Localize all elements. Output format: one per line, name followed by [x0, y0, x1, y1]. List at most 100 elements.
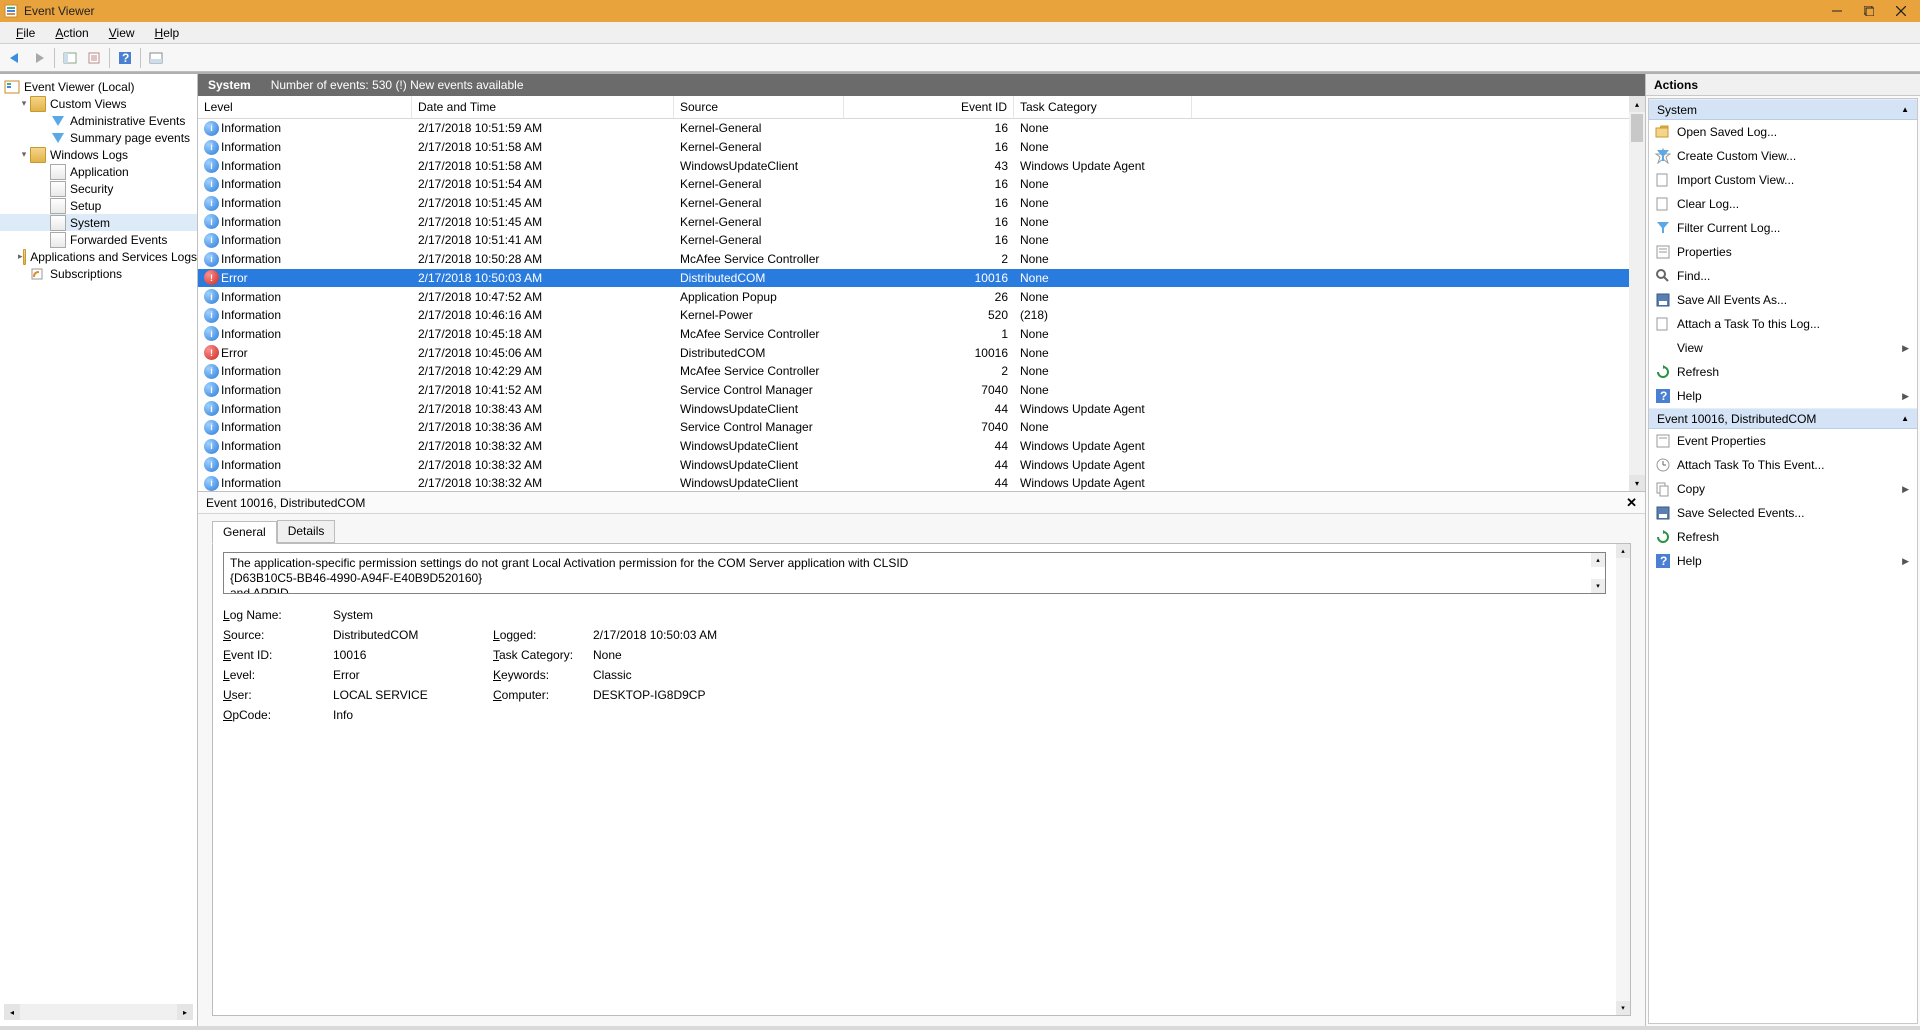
action-find[interactable]: Find...: [1649, 264, 1917, 288]
action-help[interactable]: ?Help▶: [1649, 384, 1917, 408]
detail-message[interactable]: The application-specific permission sett…: [223, 552, 1606, 594]
tree-apps-services[interactable]: ▸ Applications and Services Logs: [0, 248, 197, 265]
tree-summary-events[interactable]: Summary page events: [0, 129, 197, 146]
tree-application[interactable]: Application: [0, 163, 197, 180]
events-pane: System Number of events: 530 (!) New eve…: [198, 74, 1646, 1026]
collapse-icon[interactable]: ▲: [1901, 105, 1909, 114]
event-row[interactable]: iInformation2/17/2018 10:50:28 AMMcAfee …: [198, 250, 1629, 269]
event-row[interactable]: iInformation2/17/2018 10:51:54 AMKernel-…: [198, 175, 1629, 194]
menu-action[interactable]: Action: [45, 26, 98, 40]
actions-group-event[interactable]: Event 10016, DistributedCOM ▲: [1649, 408, 1917, 429]
tree-subscriptions[interactable]: Subscriptions: [0, 265, 197, 282]
tree-forwarded[interactable]: Forwarded Events: [0, 231, 197, 248]
event-row[interactable]: iInformation2/17/2018 10:51:41 AMKernel-…: [198, 231, 1629, 250]
col-level[interactable]: Level: [198, 96, 412, 118]
submenu-icon: ▶: [1902, 484, 1909, 495]
col-date[interactable]: Date and Time: [412, 96, 674, 118]
action-clear-log[interactable]: Clear Log...: [1649, 192, 1917, 216]
maximize-button[interactable]: [1862, 4, 1876, 18]
collapse-icon[interactable]: ▾: [18, 98, 30, 109]
scroll-up-icon[interactable]: ▴: [1616, 544, 1630, 558]
event-row[interactable]: iInformation2/17/2018 10:46:16 AMKernel-…: [198, 306, 1629, 325]
scroll-left-icon[interactable]: ◂: [4, 1004, 20, 1020]
scroll-thumb[interactable]: [1631, 114, 1643, 142]
scroll-right-icon[interactable]: ▸: [177, 1004, 193, 1020]
action-properties[interactable]: Properties: [1649, 240, 1917, 264]
action-event-properties[interactable]: Event Properties: [1649, 429, 1917, 453]
action-refresh[interactable]: Refresh: [1649, 360, 1917, 384]
event-row[interactable]: iInformation2/17/2018 10:38:43 AMWindows…: [198, 399, 1629, 418]
tree-admin-events[interactable]: Administrative Events: [0, 112, 197, 129]
cell-level: Information: [221, 290, 281, 304]
tree-windows-logs[interactable]: ▾ Windows Logs: [0, 146, 197, 163]
action-refresh[interactable]: Refresh: [1649, 525, 1917, 549]
scroll-down-icon[interactable]: ▾: [1591, 579, 1605, 593]
tree-security[interactable]: Security: [0, 180, 197, 197]
cell-date: 2/17/2018 10:45:18 AM: [412, 327, 674, 341]
action-help[interactable]: ?Help▶: [1649, 549, 1917, 573]
help-button[interactable]: ?: [114, 47, 136, 69]
col-source[interactable]: Source: [674, 96, 844, 118]
action-attach-task-to-this-event[interactable]: Attach Task To This Event...: [1649, 453, 1917, 477]
event-row[interactable]: iInformation2/17/2018 10:51:45 AMKernel-…: [198, 194, 1629, 213]
event-row[interactable]: iInformation2/17/2018 10:41:52 AMService…: [198, 381, 1629, 400]
cell-task: None: [1014, 140, 1192, 154]
col-task[interactable]: Task Category: [1014, 96, 1192, 118]
event-row[interactable]: iInformation2/17/2018 10:38:32 AMWindows…: [198, 474, 1629, 491]
action-create-custom-view[interactable]: Create Custom View...: [1649, 144, 1917, 168]
action-open-saved-log[interactable]: Open Saved Log...: [1649, 120, 1917, 144]
tree-customviews[interactable]: ▾ Custom Views: [0, 95, 197, 112]
menu-file[interactable]: File: [6, 26, 45, 40]
event-row[interactable]: iInformation2/17/2018 10:42:29 AMMcAfee …: [198, 362, 1629, 381]
tree-hscrollbar[interactable]: ◂ ▸: [4, 1004, 193, 1020]
action-attach-a-task-to-this-log[interactable]: Attach a Task To this Log...: [1649, 312, 1917, 336]
tab-general[interactable]: General: [212, 521, 277, 544]
action-save-all-events-as[interactable]: Save All Events As...: [1649, 288, 1917, 312]
event-row[interactable]: !Error2/17/2018 10:45:06 AMDistributedCO…: [198, 343, 1629, 362]
collapse-icon[interactable]: ▲: [1901, 414, 1909, 423]
tree-root[interactable]: Event Viewer (Local): [0, 78, 197, 95]
tree-setup[interactable]: Setup: [0, 197, 197, 214]
event-row[interactable]: iInformation2/17/2018 10:51:45 AMKernel-…: [198, 212, 1629, 231]
detail-vscrollbar[interactable]: ▴ ▾: [1616, 544, 1630, 1015]
action-view[interactable]: View▶: [1649, 336, 1917, 360]
cell-eventid: 44: [844, 458, 1014, 472]
detail-close-button[interactable]: ✕: [1626, 495, 1637, 511]
show-hide-tree-button[interactable]: [59, 47, 81, 69]
action-filter-current-log[interactable]: Filter Current Log...: [1649, 216, 1917, 240]
export-list-button[interactable]: [83, 47, 105, 69]
scroll-down-icon[interactable]: ▾: [1616, 1001, 1630, 1015]
minimize-button[interactable]: [1830, 4, 1844, 18]
message-scroll[interactable]: ▴▾: [1591, 553, 1605, 593]
event-row[interactable]: iInformation2/17/2018 10:51:58 AMWindows…: [198, 156, 1629, 175]
scroll-up-icon[interactable]: ▴: [1591, 553, 1605, 567]
navigation-tree[interactable]: Event Viewer (Local) ▾ Custom Views Admi…: [0, 74, 197, 286]
event-row[interactable]: iInformation2/17/2018 10:51:58 AMKernel-…: [198, 138, 1629, 157]
action-copy[interactable]: Copy▶: [1649, 477, 1917, 501]
event-row[interactable]: iInformation2/17/2018 10:38:32 AMWindows…: [198, 437, 1629, 456]
nav-forward-button[interactable]: [28, 47, 50, 69]
actions-group-system[interactable]: System ▲: [1649, 99, 1917, 120]
menu-help[interactable]: Help: [145, 26, 190, 40]
event-row[interactable]: iInformation2/17/2018 10:47:52 AMApplica…: [198, 287, 1629, 306]
tree-system[interactable]: System: [0, 214, 197, 231]
show-hide-preview-button[interactable]: [145, 47, 167, 69]
scroll-down-icon[interactable]: ▾: [1629, 475, 1645, 491]
tab-details[interactable]: Details: [277, 520, 336, 543]
events-vscrollbar[interactable]: ▴ ▾: [1629, 96, 1645, 491]
action-save-selected-events[interactable]: Save Selected Events...: [1649, 501, 1917, 525]
event-row[interactable]: !Error2/17/2018 10:50:03 AMDistributedCO…: [198, 269, 1629, 288]
collapse-icon[interactable]: ▾: [18, 149, 30, 160]
menu-view[interactable]: View: [99, 26, 145, 40]
event-row[interactable]: iInformation2/17/2018 10:38:32 AMWindows…: [198, 455, 1629, 474]
expand-icon[interactable]: ▸: [18, 251, 23, 262]
event-row[interactable]: iInformation2/17/2018 10:38:36 AMService…: [198, 418, 1629, 437]
event-row[interactable]: iInformation2/17/2018 10:45:18 AMMcAfee …: [198, 325, 1629, 344]
event-row[interactable]: iInformation2/17/2018 10:51:59 AMKernel-…: [198, 119, 1629, 138]
close-button[interactable]: [1894, 4, 1908, 18]
events-grid[interactable]: Level Date and Time Source Event ID Task…: [198, 96, 1629, 491]
scroll-up-icon[interactable]: ▴: [1629, 96, 1645, 112]
nav-back-button[interactable]: [4, 47, 26, 69]
action-import-custom-view[interactable]: Import Custom View...: [1649, 168, 1917, 192]
col-eventid[interactable]: Event ID: [844, 96, 1014, 118]
